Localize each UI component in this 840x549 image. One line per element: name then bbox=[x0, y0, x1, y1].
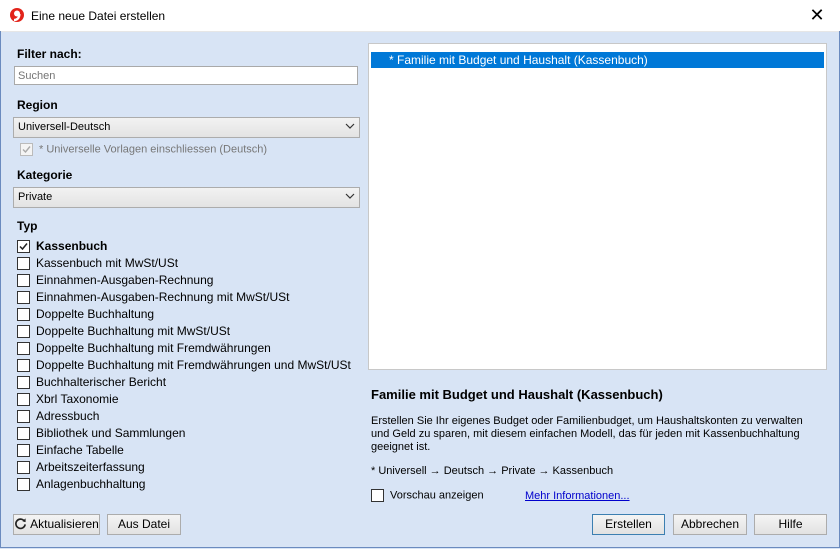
type-checkbox[interactable] bbox=[17, 257, 30, 271]
type-checkbox[interactable] bbox=[17, 376, 30, 390]
type-item-label: Einfache Tabelle bbox=[36, 443, 124, 457]
type-checkbox[interactable] bbox=[17, 427, 30, 441]
category-select[interactable]: Private bbox=[13, 187, 360, 208]
checkmark-icon bbox=[22, 146, 31, 154]
type-checkbox[interactable] bbox=[17, 461, 30, 475]
type-checkbox[interactable] bbox=[17, 410, 30, 424]
type-item-label: Arbeitszeiterfassung bbox=[36, 460, 145, 474]
type-item-label: Anlagenbuchhaltung bbox=[36, 477, 146, 491]
type-checkbox[interactable] bbox=[17, 444, 30, 458]
type-checkbox[interactable] bbox=[17, 291, 30, 305]
type-checkbox[interactable] bbox=[17, 274, 30, 288]
type-item-label: Doppelte Buchhaltung mit Fremdwährungen … bbox=[36, 358, 351, 372]
type-item[interactable]: Einnahmen-Ausgaben-Rechnung mit MwSt/USt bbox=[17, 289, 351, 306]
type-item[interactable]: Kassenbuch mit MwSt/USt bbox=[17, 255, 351, 272]
type-checkbox[interactable] bbox=[17, 359, 30, 373]
close-icon: ✕ bbox=[809, 5, 825, 25]
chevron-down-icon bbox=[345, 123, 355, 129]
close-button[interactable]: ✕ bbox=[794, 0, 840, 31]
type-item[interactable]: Xbrl Taxonomie bbox=[17, 391, 351, 408]
type-list: Kassenbuch Kassenbuch mit MwSt/USt Einnahm… bbox=[17, 238, 351, 493]
type-item-label: Doppelte Buchhaltung mit Fremdwährungen bbox=[36, 341, 271, 355]
type-item[interactable]: Doppelte Buchhaltung mit MwSt/USt bbox=[17, 323, 351, 340]
region-label: Region bbox=[17, 98, 58, 112]
type-checkbox[interactable] bbox=[17, 393, 30, 407]
preview-option[interactable]: Vorschau anzeigen bbox=[371, 489, 484, 502]
type-item-label: Einnahmen-Ausgaben-Rechnung bbox=[36, 273, 214, 287]
description-title: Familie mit Budget und Haushalt (Kassenb… bbox=[371, 387, 663, 402]
type-item[interactable]: Doppelte Buchhaltung mit Fremdwährungen bbox=[17, 340, 351, 357]
type-checkbox[interactable] bbox=[17, 325, 30, 339]
app-logo-icon bbox=[10, 8, 24, 22]
type-checkbox[interactable] bbox=[17, 308, 30, 322]
type-item[interactable]: Einnahmen-Ausgaben-Rechnung bbox=[17, 272, 351, 289]
include-universal-option[interactable]: * Universelle Vorlagen einschliessen (De… bbox=[20, 143, 267, 156]
type-item[interactable]: Adressbuch bbox=[17, 408, 351, 425]
from-file-button[interactable]: Aus Datei bbox=[107, 514, 181, 535]
chevron-down-icon bbox=[345, 193, 355, 199]
title-bar: Eine neue Datei erstellen ✕ bbox=[0, 0, 840, 32]
refresh-button[interactable]: Aktualisieren bbox=[13, 514, 100, 535]
type-item[interactable]: Doppelte Buchhaltung bbox=[17, 306, 351, 323]
type-item[interactable]: Buchhalterischer Bericht bbox=[17, 374, 351, 391]
type-item[interactable]: Arbeitszeiterfassung bbox=[17, 459, 351, 476]
type-label: Typ bbox=[17, 219, 38, 233]
preview-label: Vorschau anzeigen bbox=[390, 489, 484, 502]
type-item[interactable]: Einfache Tabelle bbox=[17, 442, 351, 459]
checkmark-icon bbox=[19, 243, 28, 251]
refresh-icon bbox=[15, 518, 27, 530]
type-item[interactable]: Kassenbuch bbox=[17, 238, 351, 255]
region-value: Universell-Deutsch bbox=[18, 121, 111, 133]
template-list-item[interactable]: * Familie mit Budget und Haushalt (Kasse… bbox=[371, 52, 824, 68]
type-item-label: Kassenbuch bbox=[36, 239, 108, 253]
category-value: Private bbox=[18, 191, 53, 203]
type-item-label: Buchhalterischer Bericht bbox=[36, 375, 167, 389]
help-button[interactable]: Hilfe bbox=[754, 514, 827, 535]
window-title: Eine neue Datei erstellen bbox=[31, 9, 166, 23]
more-info-link[interactable]: Mehr Informationen... bbox=[525, 490, 630, 502]
type-item[interactable]: Doppelte Buchhaltung mit Fremdwährungen … bbox=[17, 357, 351, 374]
type-item-label: Einnahmen-Ausgaben-Rechnung mit MwSt/USt bbox=[36, 290, 290, 304]
description-body: Erstellen Sie Ihr eigenes Budget oder Fa… bbox=[371, 415, 803, 453]
type-item-label: Doppelte Buchhaltung mit MwSt/USt bbox=[36, 324, 231, 338]
region-select[interactable]: Universell-Deutsch bbox=[13, 117, 360, 138]
search-input[interactable] bbox=[14, 66, 358, 85]
type-item-label: Kassenbuch mit MwSt/USt bbox=[36, 256, 179, 270]
type-item-label: Adressbuch bbox=[36, 409, 100, 423]
type-item-label: Bibliothek und Sammlungen bbox=[36, 426, 186, 440]
filter-label: Filter nach: bbox=[17, 47, 82, 61]
type-item-label: Doppelte Buchhaltung bbox=[36, 307, 155, 321]
refresh-label: Aktualisieren bbox=[30, 517, 99, 531]
template-path: * Universell → Deutsch → Private → Kasse… bbox=[371, 465, 614, 477]
category-label: Kategorie bbox=[17, 168, 73, 182]
type-checkbox[interactable] bbox=[17, 478, 30, 492]
type-item[interactable]: Anlagenbuchhaltung bbox=[17, 476, 351, 493]
create-button[interactable]: Erstellen bbox=[592, 514, 665, 535]
type-checkbox[interactable] bbox=[17, 342, 30, 356]
include-universal-checkbox[interactable] bbox=[20, 143, 33, 156]
preview-checkbox[interactable] bbox=[371, 489, 384, 502]
include-universal-label: * Universelle Vorlagen einschliessen (De… bbox=[39, 143, 268, 156]
type-item[interactable]: Bibliothek und Sammlungen bbox=[17, 425, 351, 442]
cancel-button[interactable]: Abbrechen bbox=[673, 514, 747, 535]
type-item-label: Xbrl Taxonomie bbox=[36, 392, 119, 406]
type-checkbox[interactable] bbox=[17, 240, 30, 254]
template-list[interactable]: * Familie mit Budget und Haushalt (Kasse… bbox=[368, 43, 827, 370]
